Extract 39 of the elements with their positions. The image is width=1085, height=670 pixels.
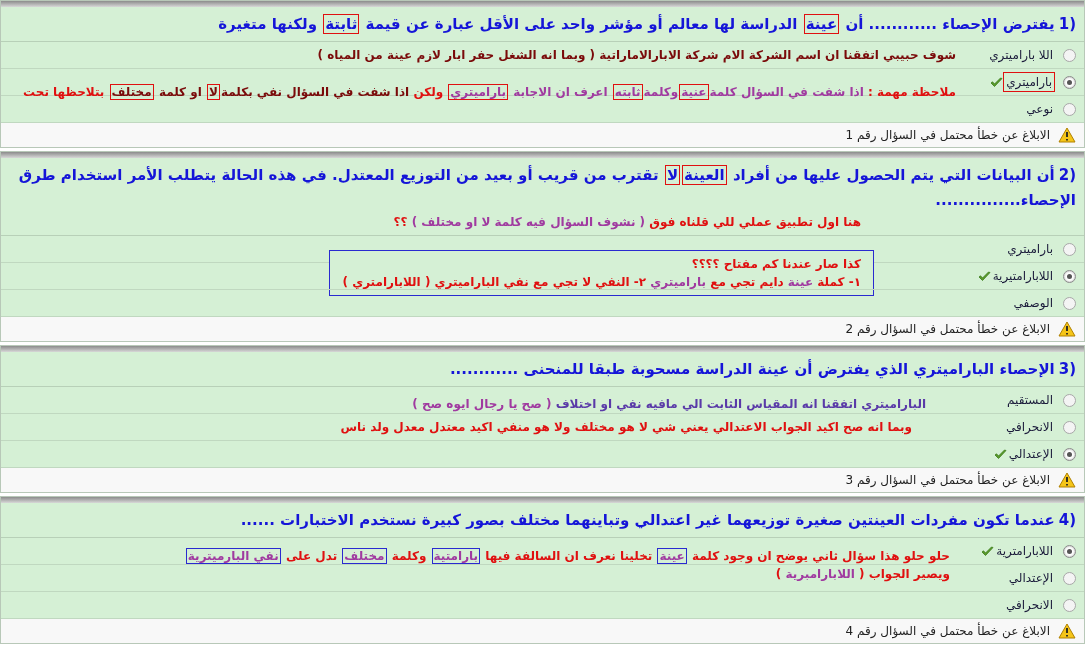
radio-button[interactable] — [1063, 447, 1076, 461]
annotation-note: ملاحظة مهمة : اذا شفت في السؤال كلمة عنية وكلمة ثابته اعرف ان الاجابة باراميتري ولكن اذا شفت في السؤال نفي بكلمة لا او كلمة مختلف بتلاحظها تحت — [23, 83, 956, 101]
radio-button[interactable] — [1063, 242, 1076, 256]
option-label: الإعتدالي — [1007, 570, 1054, 587]
option-label: الانحرافي — [1005, 597, 1054, 614]
option-label: باراميتري — [1003, 72, 1055, 92]
warning-icon — [1058, 472, 1076, 488]
annotation-note: كذا صار عندنا كم مفتاح ؟؟؟؟ ١- كملة عينة دايم تجي مع باراميتري ٢- النفي لا تجي مع نفي الباراميتري ( اللابارامتري ) — [329, 250, 874, 296]
annotation-note: هنا اول تطبيق عملي للي قلناه فوق ( نشوف السؤال فيه كلمة لا او مختلف ) ؟؟ — [393, 214, 861, 231]
radio-button[interactable] — [1063, 48, 1076, 62]
option-label: نوعي — [1025, 101, 1054, 118]
radio-button[interactable] — [1063, 296, 1076, 310]
annotation-note: شوف حبيبي اتفقنا ان اسم الشركة الام شركة الابارالاماراتية ( وبما انه الشغل حفر ابار لازم عينة من المياه ) — [317, 47, 956, 64]
report-error-link[interactable]: الابلاغ عن خطأ محتمل في السؤال رقم 1 — [845, 126, 1050, 144]
option-label: الانحرافي — [1005, 419, 1054, 436]
warning-icon — [1058, 127, 1076, 143]
radio-button[interactable] — [1063, 75, 1076, 89]
option-label: اللابارامترية — [995, 543, 1054, 560]
option-label: اللا باراميتري — [988, 47, 1054, 64]
radio-button[interactable] — [1063, 571, 1076, 585]
radio-button[interactable] — [1063, 393, 1076, 407]
annotation-note: وبما انه صح اكيد الجواب الاعتدالي يعني شي لا هو مختلف ولا هو منفي اكيد معتدل معدل ولد ناس — [340, 419, 912, 436]
radio-button[interactable] — [1063, 598, 1076, 612]
option-label: الوصفي — [1012, 295, 1054, 312]
option-label: الإعتدالي — [1007, 446, 1054, 463]
report-error-link[interactable]: الابلاغ عن خطأ محتمل في السؤال رقم 3 — [845, 471, 1050, 489]
annotation-note: الباراميتري اتفقنا انه المقياس الثابت الي مافيه نفي او اختلاف ( صح يا رجال ايوه صح ) — [412, 396, 926, 413]
radio-button[interactable] — [1063, 269, 1076, 283]
radio-button[interactable] — [1063, 420, 1076, 434]
option-label: باراميتري — [1006, 241, 1054, 258]
warning-icon — [1058, 623, 1076, 639]
radio-button[interactable] — [1063, 544, 1076, 558]
report-error-link[interactable]: الابلاغ عن خطأ محتمل في السؤال رقم 2 — [845, 320, 1050, 338]
report-error-link[interactable]: الابلاغ عن خطأ محتمل في السؤال رقم 4 — [845, 622, 1050, 640]
radio-button[interactable] — [1063, 102, 1076, 116]
warning-icon — [1058, 321, 1076, 337]
option-label: المستقيم — [1006, 392, 1054, 409]
annotation-note: حلو حلو هذا سؤال ثاني يوضح ان وجود كلمة عينة تخلينا نعرف ان السالفة فيها بارامتية وكلمة مختلف تدل على نفي البارميترية ويصير الجواب ( اللابارامبرية ) — [184, 547, 950, 583]
option-label: اللابارامتيرية — [991, 268, 1054, 285]
